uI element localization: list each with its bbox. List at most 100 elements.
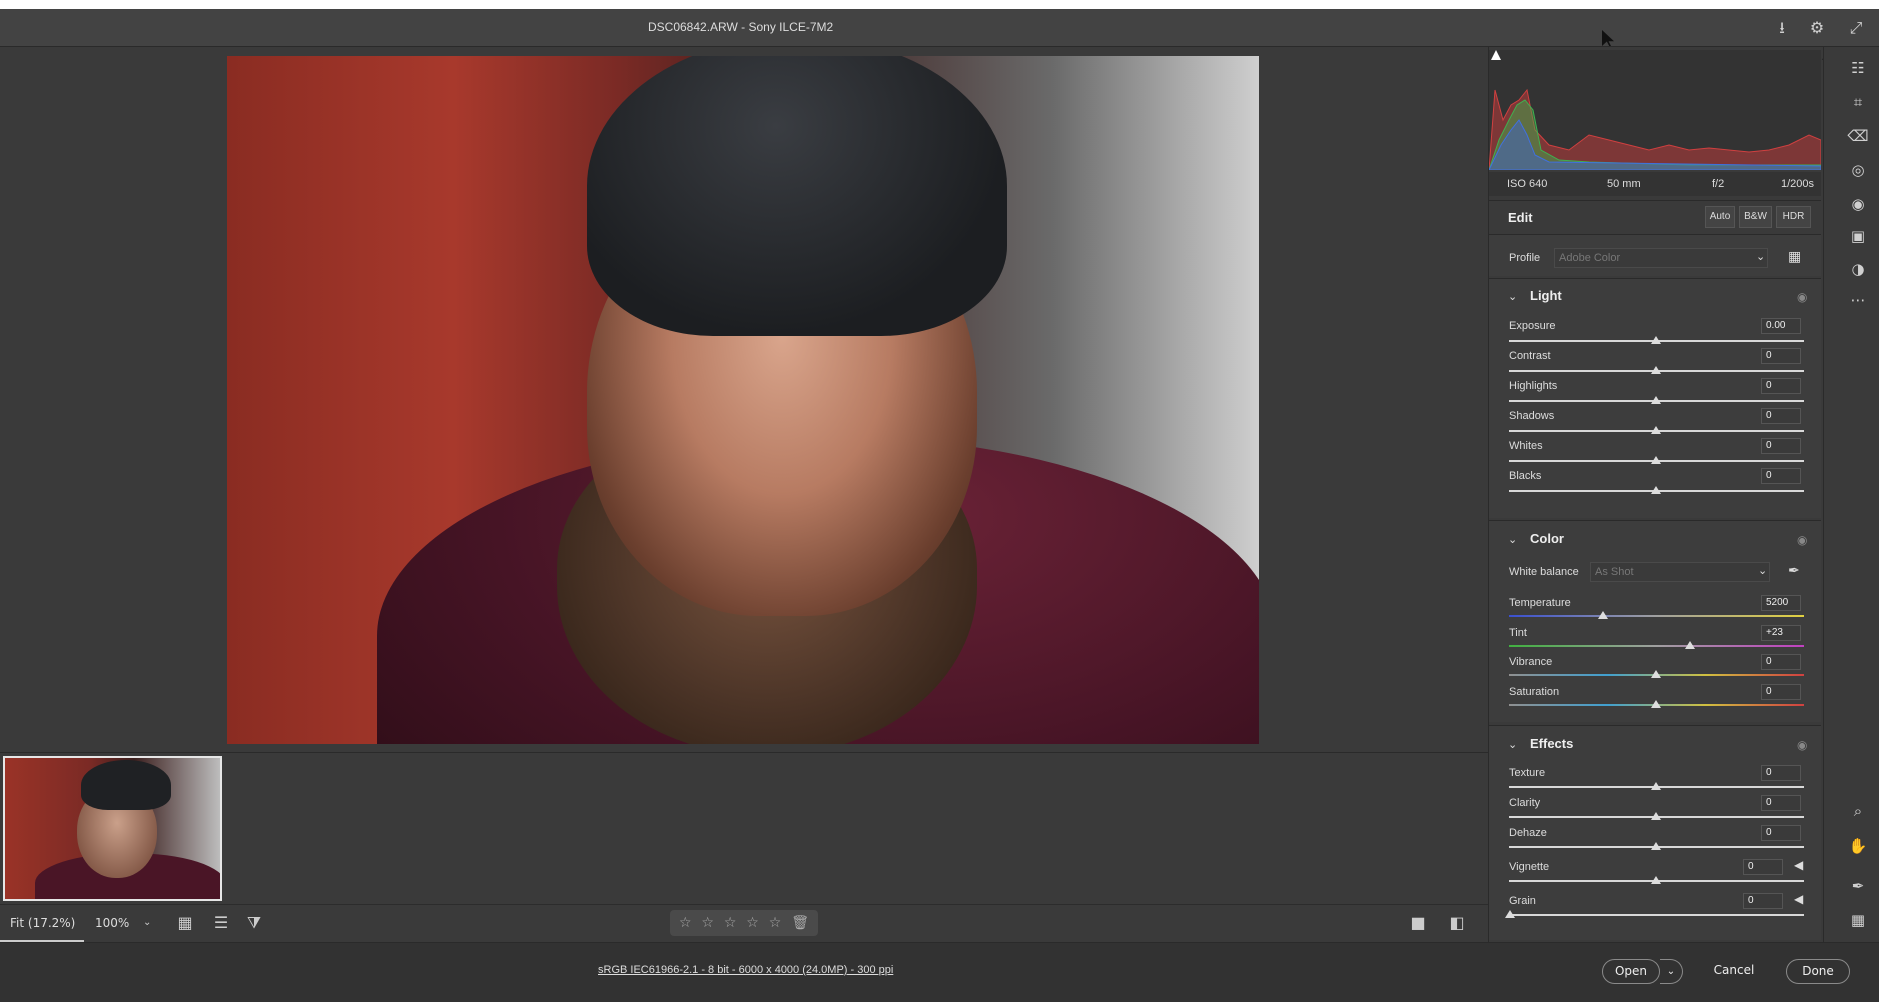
gear-icon[interactable]: ⚙	[1806, 17, 1828, 39]
clarity-input[interactable]: 0	[1761, 795, 1801, 811]
highlights-input[interactable]: 0	[1761, 378, 1801, 394]
vignette-label: Vignette	[1509, 861, 1550, 873]
aperture-value: f/2	[1712, 178, 1725, 190]
chevron-down-icon[interactable]: ⌄	[1508, 290, 1517, 303]
expand-icon[interactable]: ⤢	[1845, 17, 1867, 39]
star-icon[interactable]: ☆	[679, 915, 692, 931]
edit-sliders-icon[interactable]: ☷	[1847, 57, 1869, 79]
color-sampler-icon[interactable]: ✒	[1847, 875, 1869, 897]
exposure-slider-handle[interactable]	[1651, 336, 1661, 344]
texture-slider-handle[interactable]	[1651, 782, 1661, 790]
effects-title[interactable]: Effects	[1530, 736, 1573, 751]
rating-stars[interactable]: ☆ ☆ ☆ ☆ ☆ 🗑	[670, 910, 818, 936]
chevron-down-icon: ⌄	[1758, 564, 1768, 577]
zoom-100-button[interactable]: 100%	[95, 904, 129, 942]
blacks-input[interactable]: 0	[1761, 468, 1801, 484]
contrast-label: Contrast	[1509, 350, 1551, 362]
temperature-slider[interactable]	[1509, 615, 1804, 617]
white-balance-label: White balance	[1509, 566, 1579, 578]
saturation-slider-handle[interactable]	[1651, 700, 1661, 708]
grain-input[interactable]: 0	[1743, 893, 1783, 909]
hand-icon[interactable]: ✋	[1847, 835, 1869, 857]
cancel-button[interactable]: Cancel	[1712, 959, 1756, 984]
chevron-down-icon[interactable]: ⌄	[1508, 533, 1517, 546]
highlights-label: Highlights	[1509, 380, 1558, 392]
tint-slider-handle[interactable]	[1685, 641, 1695, 649]
contrast-slider-handle[interactable]	[1651, 366, 1661, 374]
eye-icon[interactable]: ◉	[1797, 738, 1807, 752]
star-icon[interactable]: ☆	[769, 915, 782, 931]
highlights-slider-handle[interactable]	[1651, 396, 1661, 404]
main-photo[interactable]	[227, 56, 1259, 744]
workflow-options-link[interactable]: sRGB IEC61966-2.1 - 8 bit - 6000 x 4000 …	[598, 964, 893, 976]
red-eye-icon[interactable]: ◉	[1847, 193, 1869, 215]
shadows-input[interactable]: 0	[1761, 408, 1801, 424]
bw-button[interactable]: B&W	[1739, 206, 1772, 228]
saturation-input[interactable]: 0	[1761, 684, 1801, 700]
eyedropper-icon[interactable]: ✒	[1788, 562, 1800, 579]
masking-icon[interactable]: ◎	[1847, 159, 1869, 181]
temperature-label: Temperature	[1509, 597, 1571, 609]
expand-triangle-icon[interactable]: ◀	[1794, 858, 1803, 872]
blacks-slider-handle[interactable]	[1651, 486, 1661, 494]
chevron-down-icon[interactable]: ⌄	[1508, 738, 1517, 751]
profile-browser-icon[interactable]: ▦	[1788, 248, 1801, 265]
compare-view-icon[interactable]: ◧	[1446, 912, 1468, 934]
clarity-label: Clarity	[1509, 797, 1541, 809]
snapshots-icon[interactable]: ▣	[1847, 225, 1869, 247]
light-title[interactable]: Light	[1530, 288, 1562, 303]
shadows-slider-handle[interactable]	[1651, 426, 1661, 434]
filmstrip-toggle-icon[interactable]: ▦	[174, 912, 196, 934]
done-button[interactable]: Done	[1786, 959, 1850, 984]
expand-triangle-icon[interactable]: ◀	[1794, 892, 1803, 906]
fit-zoom-button[interactable]: Fit (17.2%)	[0, 904, 84, 942]
eraser-icon[interactable]: ⌫	[1847, 125, 1869, 147]
vibrance-slider-handle[interactable]	[1651, 670, 1661, 678]
auto-button[interactable]: Auto	[1705, 206, 1735, 228]
grid-overlay-icon[interactable]: ▦	[1847, 909, 1869, 931]
exposure-label: Exposure	[1509, 320, 1556, 332]
temperature-slider-handle[interactable]	[1598, 611, 1608, 619]
tint-slider[interactable]	[1509, 645, 1804, 647]
open-button[interactable]: Open	[1602, 959, 1660, 984]
eye-icon[interactable]: ◉	[1797, 533, 1807, 547]
texture-input[interactable]: 0	[1761, 765, 1801, 781]
temperature-input[interactable]: 5200	[1761, 595, 1801, 611]
clarity-slider-handle[interactable]	[1651, 812, 1661, 820]
dehaze-input[interactable]: 0	[1761, 825, 1801, 841]
star-icon[interactable]: ☆	[701, 915, 714, 931]
grain-slider-handle[interactable]	[1505, 910, 1515, 918]
filmstrip-thumbnail[interactable]	[3, 756, 222, 901]
whites-label: Whites	[1509, 440, 1543, 452]
star-icon[interactable]: ☆	[746, 915, 759, 931]
blacks-label: Blacks	[1509, 470, 1542, 482]
trash-icon[interactable]: 🗑	[791, 915, 809, 931]
white-balance-dropdown[interactable]: As Shot	[1590, 562, 1770, 582]
vignette-input[interactable]: 0	[1743, 859, 1783, 875]
photo-hat	[587, 56, 1007, 336]
zoom-icon[interactable]: ⌕	[1847, 800, 1869, 822]
more-options-icon[interactable]: ⋯	[1847, 289, 1869, 311]
exposure-input[interactable]: 0.00	[1761, 318, 1801, 334]
zoom-dropdown-chevron-icon[interactable]: ⌄	[143, 904, 151, 942]
download-icon[interactable]: ⭳	[1771, 17, 1793, 39]
grain-slider[interactable]	[1509, 914, 1804, 916]
hdr-button[interactable]: HDR	[1776, 206, 1811, 228]
profile-dropdown[interactable]: Adobe Color	[1554, 248, 1768, 268]
contrast-input[interactable]: 0	[1761, 348, 1801, 364]
whites-slider-handle[interactable]	[1651, 456, 1661, 464]
eye-icon[interactable]: ◉	[1797, 290, 1807, 304]
whites-input[interactable]: 0	[1761, 438, 1801, 454]
sort-icon[interactable]: ☰	[210, 912, 232, 934]
vibrance-input[interactable]: 0	[1761, 654, 1801, 670]
dehaze-slider-handle[interactable]	[1651, 842, 1661, 850]
star-icon[interactable]: ☆	[724, 915, 737, 931]
color-title[interactable]: Color	[1530, 531, 1564, 546]
tint-input[interactable]: +23	[1761, 625, 1801, 641]
presets-icon[interactable]: ◑	[1847, 258, 1869, 280]
vignette-slider-handle[interactable]	[1651, 876, 1661, 884]
crop-icon[interactable]: ⌗	[1847, 91, 1869, 113]
histogram	[1488, 50, 1822, 171]
single-view-icon[interactable]: ■	[1407, 912, 1429, 934]
filter-icon[interactable]: ⧩	[243, 912, 265, 934]
